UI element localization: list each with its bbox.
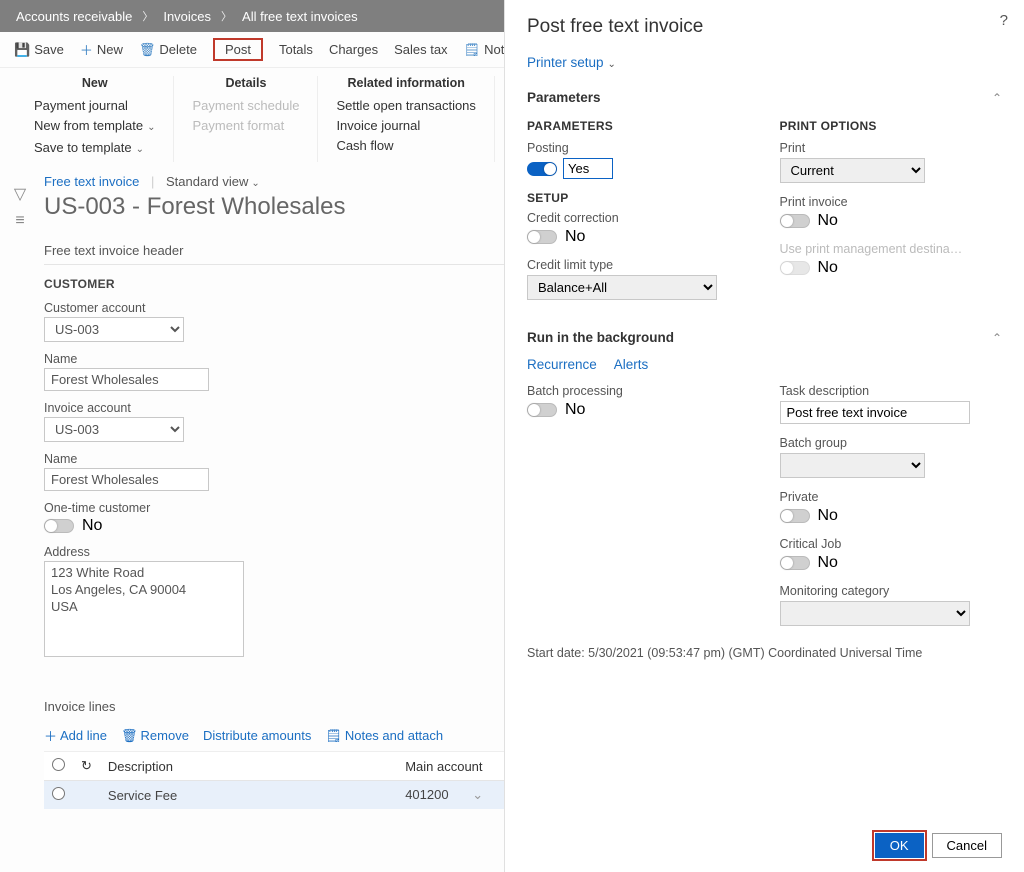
group-related-head: Related information <box>336 76 475 90</box>
posting-value[interactable] <box>563 158 613 179</box>
post-button[interactable]: Post <box>213 38 263 61</box>
print-select[interactable]: Current <box>780 158 925 183</box>
post-panel: ? Post free text invoice Printer setup⌄ … <box>504 0 1024 872</box>
salestax-button[interactable]: Sales tax <box>394 42 447 57</box>
chevron-down-icon: ⌄ <box>608 59 616 70</box>
start-date-text: Start date: 5/30/2021 (09:53:47 pm) (GMT… <box>527 646 1002 660</box>
delete-button[interactable]: 🗑Delete <box>139 42 197 58</box>
left-rail: ▽ ≡ <box>0 164 40 809</box>
customer-account-select[interactable]: US-003 <box>44 317 184 342</box>
chevron-down-icon[interactable]: ⌄ <box>472 787 483 802</box>
note-icon: 🗒 <box>464 42 481 58</box>
chevron-down-icon: ⌄ <box>136 144 144 155</box>
breadcrumb-item[interactable]: All free text invoices <box>242 9 358 24</box>
background-section-toggle[interactable]: Run in the background ⌃ <box>527 328 1002 347</box>
plus-icon: ＋ <box>44 726 57 745</box>
standard-view-dropdown[interactable]: Standard view⌄ <box>166 174 260 189</box>
ok-button[interactable]: OK <box>875 833 924 858</box>
parameters-section-toggle[interactable]: Parameters ⌃ <box>527 88 1002 107</box>
chevron-right-icon: 〉 <box>142 8 153 24</box>
cash-flow-link[interactable]: Cash flow <box>336 136 475 156</box>
add-line-button[interactable]: ＋Add line <box>44 726 107 745</box>
address-textarea[interactable]: 123 White Road Los Angeles, CA 90004 USA <box>44 561 244 657</box>
breadcrumb-item[interactable]: Invoices <box>163 9 211 24</box>
customer-col-title: CUSTOMER <box>44 277 509 291</box>
use-print-mgmt-toggle <box>780 261 810 275</box>
batch-processing-toggle[interactable] <box>527 403 557 417</box>
settle-open-link[interactable]: Settle open transactions <box>336 96 475 116</box>
onetime-toggle[interactable] <box>44 519 74 533</box>
chevron-up-icon: ⌃ <box>992 91 1002 105</box>
critical-toggle[interactable] <box>780 556 810 570</box>
chevron-up-icon: ⌃ <box>992 331 1002 345</box>
refresh-icon[interactable]: ↻ <box>73 752 100 781</box>
payment-format-link: Payment format <box>192 116 299 136</box>
print-invoice-toggle[interactable] <box>780 214 810 228</box>
payment-journal-link[interactable]: Payment journal <box>34 96 155 116</box>
select-all-radio[interactable] <box>52 758 65 771</box>
chevron-right-icon: 〉 <box>221 8 232 24</box>
chevron-down-icon: ⌄ <box>251 178 259 189</box>
alerts-link[interactable]: Alerts <box>614 357 649 372</box>
help-icon[interactable]: ? <box>1000 12 1008 29</box>
private-toggle[interactable] <box>780 509 810 523</box>
save-to-template-link[interactable]: Save to template⌄ <box>34 138 155 160</box>
group-new-head: New <box>34 76 155 90</box>
batch-group-select[interactable] <box>780 453 925 478</box>
credit-correction-toggle[interactable] <box>527 230 557 244</box>
recurrence-link[interactable]: Recurrence <box>527 357 597 372</box>
posting-toggle[interactable] <box>527 162 557 176</box>
filter-icon[interactable]: ▽ <box>0 184 40 204</box>
trash-icon: 🗑 <box>139 42 156 58</box>
group-details-head: Details <box>192 76 299 90</box>
printer-setup-link[interactable]: Printer setup⌄ <box>527 55 616 70</box>
monitoring-select[interactable] <box>780 601 970 626</box>
chevron-down-icon: ⌄ <box>147 122 155 133</box>
charges-button[interactable]: Charges <box>329 42 378 57</box>
remove-line-button[interactable]: 🗑Remove <box>121 726 189 745</box>
credit-limit-select[interactable]: Balance+All <box>527 275 717 300</box>
free-text-invoice-link[interactable]: Free text invoice <box>44 174 139 189</box>
panel-title: Post free text invoice <box>527 16 1002 38</box>
customer-name-input[interactable] <box>44 368 209 391</box>
breadcrumb-item[interactable]: Accounts receivable <box>16 9 132 24</box>
invoice-account-select[interactable]: US-003 <box>44 417 184 442</box>
note-icon: 🗒 <box>325 728 342 744</box>
save-icon: 💾 <box>14 42 30 58</box>
invoice-name-input[interactable] <box>44 468 209 491</box>
cancel-button[interactable]: Cancel <box>932 833 1002 858</box>
save-button[interactable]: 💾Save <box>14 42 64 58</box>
trash-icon: 🗑 <box>121 728 138 744</box>
list-icon[interactable]: ≡ <box>0 212 40 230</box>
invoice-journal-link[interactable]: Invoice journal <box>336 116 475 136</box>
totals-button[interactable]: Totals <box>279 42 313 57</box>
payment-schedule-link: Payment schedule <box>192 96 299 116</box>
row-select-radio[interactable] <box>52 787 65 800</box>
distribute-amounts-button[interactable]: Distribute amounts <box>203 726 311 745</box>
task-description-input[interactable] <box>780 401 970 424</box>
new-button[interactable]: ＋New <box>80 40 123 59</box>
new-from-template-link[interactable]: New from template⌄ <box>34 116 155 138</box>
notes-attach-button[interactable]: 🗒Notes and attach <box>325 726 443 745</box>
plus-icon: ＋ <box>80 40 93 59</box>
